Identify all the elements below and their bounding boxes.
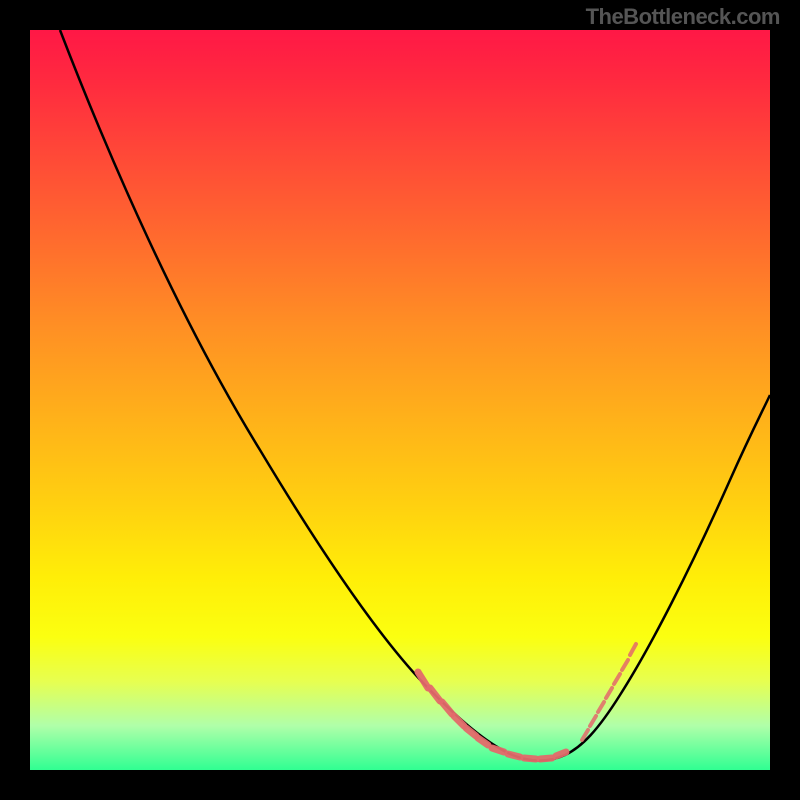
watermark-text: TheBottleneck.com — [586, 4, 780, 30]
chart-background — [30, 30, 770, 770]
